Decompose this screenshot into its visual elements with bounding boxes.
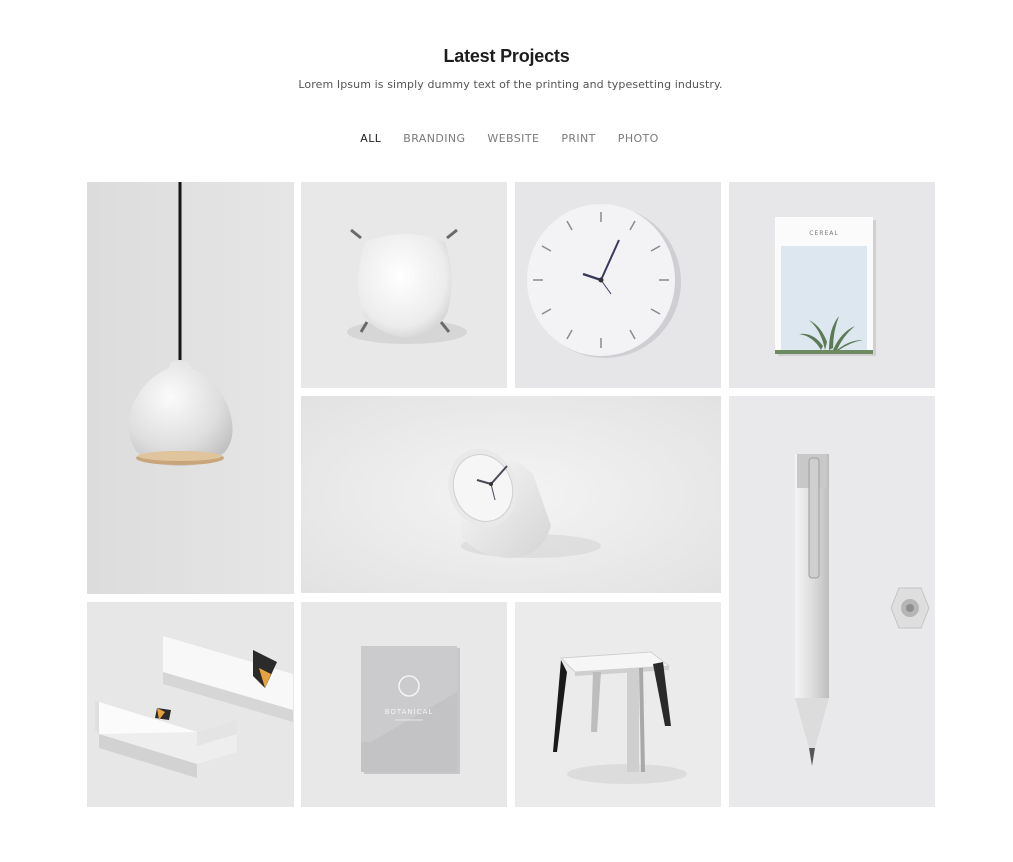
notebook-image: CEREAL [729,182,935,388]
filter-tabs: ALL BRANDING WEBSITE PRINT PHOTO [0,132,1013,145]
pendant-lamp-image [87,182,294,594]
botanical-booklet-photo[interactable]: BOTANICAL [301,602,507,807]
notebook-photo[interactable]: CEREAL [729,182,935,388]
filter-tab-print[interactable]: PRINT [561,132,595,145]
filter-tab-photo[interactable]: PHOTO [618,132,659,145]
section-subtitle: Lorem Ipsum is simply dummy text of the … [298,78,723,91]
chair-image [301,182,507,388]
wall-clock-photo[interactable] [515,182,721,388]
filter-tab-all[interactable]: ALL [360,132,381,145]
wall-clock-image [515,182,721,388]
filter-tab-branding[interactable]: BRANDING [403,132,465,145]
business-cards-photo[interactable] [87,602,294,807]
botanical-booklet-image: BOTANICAL [301,602,507,807]
desk-clock-photo[interactable] [301,396,721,593]
white-chair-photo[interactable] [301,182,507,388]
svg-text:CEREAL: CEREAL [809,230,838,237]
pencil-photo[interactable] [729,396,935,807]
desk-clock-image [301,396,721,593]
svg-text:BOTANICAL: BOTANICAL [385,708,434,716]
pendant-lamp-photo[interactable] [87,182,294,594]
filter-tab-website[interactable]: WEBSITE [487,132,539,145]
business-cards-image [87,602,294,807]
stool-image [515,602,721,807]
pencil-image [729,396,935,807]
section-title: Latest Projects [443,46,570,66]
stool-photo[interactable] [515,602,721,807]
